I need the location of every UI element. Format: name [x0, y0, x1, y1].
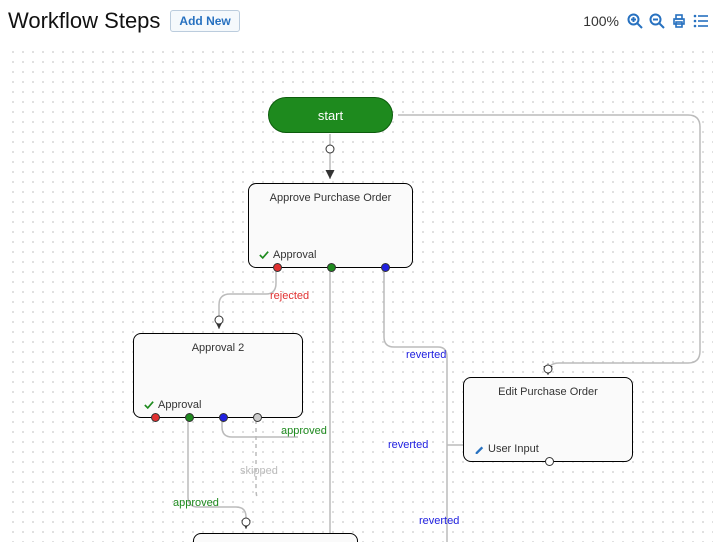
label-skipped: skipped: [240, 465, 278, 477]
check-icon: [259, 250, 269, 260]
node-approval3-title: Approval 3: [194, 534, 357, 542]
add-new-button[interactable]: Add New: [170, 10, 239, 32]
port-reverted[interactable]: [381, 263, 390, 272]
node-edit-po-sub-label: User Input: [488, 443, 539, 455]
zoom-out-icon[interactable]: [649, 13, 665, 29]
node-approval2-sub-label: Approval: [158, 399, 201, 411]
label-reverted-1: reverted: [406, 349, 446, 361]
pencil-icon: [474, 444, 484, 454]
label-rejected: rejected: [270, 290, 309, 302]
node-edit-po-sub: User Input: [474, 443, 539, 455]
node-approve-po-sub: Approval: [259, 249, 316, 261]
port-approved[interactable]: [185, 413, 194, 422]
port-skipped[interactable]: [253, 413, 262, 422]
node-edit-po-title: Edit Purchase Order: [464, 378, 632, 398]
zoom-level: 100%: [583, 13, 619, 29]
label-reverted-3: reverted: [419, 515, 459, 527]
node-start[interactable]: start: [268, 97, 393, 133]
print-icon[interactable]: [671, 13, 687, 29]
label-approved-1: approved: [281, 425, 327, 437]
node-approval2-title: Approval 2: [134, 334, 302, 354]
port-rejected[interactable]: [151, 413, 160, 422]
node-approval2[interactable]: Approval 2 Approval: [133, 333, 303, 418]
zoom-in-icon[interactable]: [627, 13, 643, 29]
label-approved-2: approved: [173, 497, 219, 509]
port-reverted[interactable]: [219, 413, 228, 422]
label-reverted-2: reverted: [388, 439, 428, 451]
port-approved[interactable]: [327, 263, 336, 272]
page-title: Workflow Steps: [8, 8, 160, 34]
check-icon: [144, 400, 154, 410]
node-approve-po-sub-label: Approval: [273, 249, 316, 261]
node-edit-po[interactable]: Edit Purchase Order User Input: [463, 377, 633, 462]
node-approval2-sub: Approval: [144, 399, 201, 411]
node-approve-po-title: Approve Purchase Order: [249, 184, 412, 204]
node-approval3[interactable]: Approval 3: [193, 533, 358, 542]
list-icon[interactable]: [693, 13, 709, 29]
node-start-label: start: [318, 108, 343, 123]
workflow-canvas[interactable]: start Approve Purchase Order Approval Ap…: [8, 46, 713, 542]
port-out[interactable]: [545, 457, 554, 466]
node-approve-po[interactable]: Approve Purchase Order Approval: [248, 183, 413, 268]
port-rejected[interactable]: [273, 263, 282, 272]
